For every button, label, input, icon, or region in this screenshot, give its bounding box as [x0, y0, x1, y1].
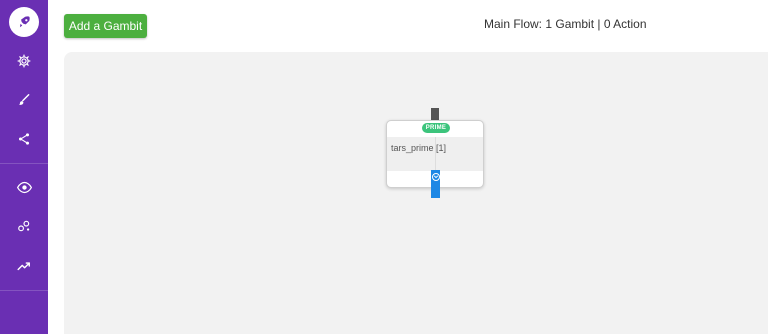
home-logo-button[interactable] — [0, 2, 48, 42]
node-input-handle[interactable] — [431, 108, 439, 120]
brush-icon — [18, 94, 30, 105]
add-gambit-button[interactable]: Add a Gambit — [64, 14, 147, 38]
node-label: tars_prime [1] — [391, 143, 447, 153]
nodes-icon — [18, 220, 30, 232]
eye-icon — [16, 181, 32, 193]
sidebar-divider — [0, 290, 48, 291]
design-button[interactable] — [0, 80, 48, 120]
sidebar — [0, 0, 48, 334]
sidebar-divider — [0, 163, 48, 164]
share-button[interactable] — [0, 119, 48, 159]
node-output-handle[interactable] — [431, 170, 440, 198]
gear-icon — [17, 54, 31, 68]
trend-icon — [17, 262, 30, 271]
settings-button[interactable] — [0, 41, 48, 81]
prime-badge: PRIME — [422, 123, 450, 133]
preview-button[interactable] — [0, 167, 48, 207]
share-icon — [18, 133, 30, 145]
integrations-button[interactable] — [0, 206, 48, 246]
flow-canvas[interactable] — [64, 52, 768, 334]
rocket-icon — [19, 16, 30, 28]
flow-status: Main Flow: 1 Gambit | 0 Action — [484, 17, 647, 31]
logo — [9, 7, 39, 37]
analytics-button[interactable] — [0, 246, 48, 286]
top-toolbar: Add a Gambit Main Flow: 1 Gambit | 0 Act… — [48, 0, 768, 52]
chevron-down-icon — [431, 173, 440, 181]
node-divider — [435, 137, 436, 171]
